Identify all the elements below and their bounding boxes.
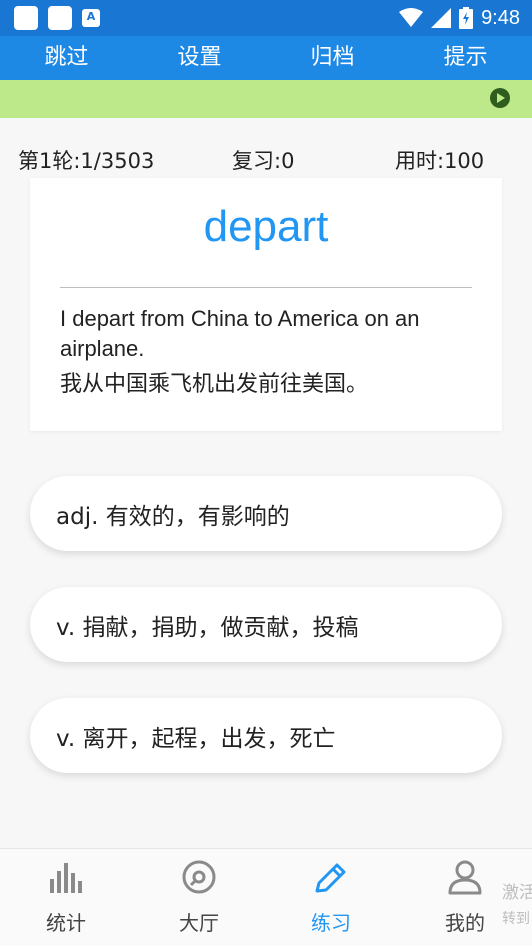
play-icon[interactable] [490, 88, 510, 108]
answer-option-text: v. 捐献，捐助，做贡献，投稿 [56, 614, 359, 641]
status-bar: 9:48 [0, 0, 532, 36]
disc-icon [182, 860, 216, 894]
ad-banner[interactable] [0, 80, 532, 118]
pencil-icon [315, 863, 346, 893]
divider [60, 287, 472, 288]
top-nav: 跳过 设置 归档 提示 [0, 36, 532, 80]
app-icon [14, 6, 38, 30]
watermark-line-1: 激活 [502, 883, 532, 903]
clock-time: 9:48 [481, 6, 520, 29]
word-card: depart I depart from China to America on… [30, 178, 502, 431]
answer-option-text: v. 离开，起程，出发，死亡 [56, 725, 336, 752]
translate-icon [82, 9, 100, 27]
tab-practice[interactable]: 练习 [286, 859, 376, 944]
tab-statistics[interactable]: 统计 [21, 859, 111, 944]
answer-option-2[interactable]: v. 捐献，捐助，做贡献，投稿 [30, 587, 502, 662]
watermark-line-2: 转到 [502, 911, 530, 927]
review-count: 复习:0 [232, 149, 295, 173]
time-used: 用时:100 [395, 149, 485, 173]
battery-icon [459, 7, 474, 29]
settings-button[interactable]: 设置 [133, 36, 266, 80]
archive-button[interactable]: 归档 [266, 36, 399, 80]
tab-label: 我的 [445, 911, 485, 935]
example-sentence-en: I depart from China to America on an air… [60, 306, 420, 361]
tab-label: 统计 [46, 911, 86, 935]
tab-label: 练习 [311, 911, 351, 935]
person-icon [448, 860, 482, 895]
tab-mine[interactable]: 我的 [420, 859, 510, 944]
system-icons: 9:48 [399, 0, 520, 36]
answer-option-3[interactable]: v. 离开，起程，出发，死亡 [30, 698, 502, 773]
skip-button[interactable]: 跳过 [0, 36, 133, 80]
notification-icons [14, 6, 100, 30]
tab-label: 大厅 [179, 911, 219, 935]
progress-stats: 第1轮:1/3503 复习:0 用时:100 [0, 145, 532, 175]
round-progress: 第1轮:1/3503 [18, 149, 155, 173]
activation-watermark: 激活 转到 [502, 880, 532, 932]
signal-icon [431, 8, 452, 28]
word-title: depart [203, 202, 329, 251]
wifi-icon [399, 8, 424, 27]
bar-chart-icon [50, 863, 82, 893]
tab-hall[interactable]: 大厅 [154, 859, 244, 944]
answer-option-text: adj. 有效的，有影响的 [56, 503, 290, 530]
app-icon [48, 6, 72, 30]
hint-button[interactable]: 提示 [399, 36, 532, 80]
bottom-nav: 统计 大厅 练习 我的 [0, 848, 532, 946]
answer-option-1[interactable]: adj. 有效的，有影响的 [30, 476, 502, 551]
example-sentence-zh: 我从中国乘飞机出发前往美国。 [60, 372, 369, 397]
